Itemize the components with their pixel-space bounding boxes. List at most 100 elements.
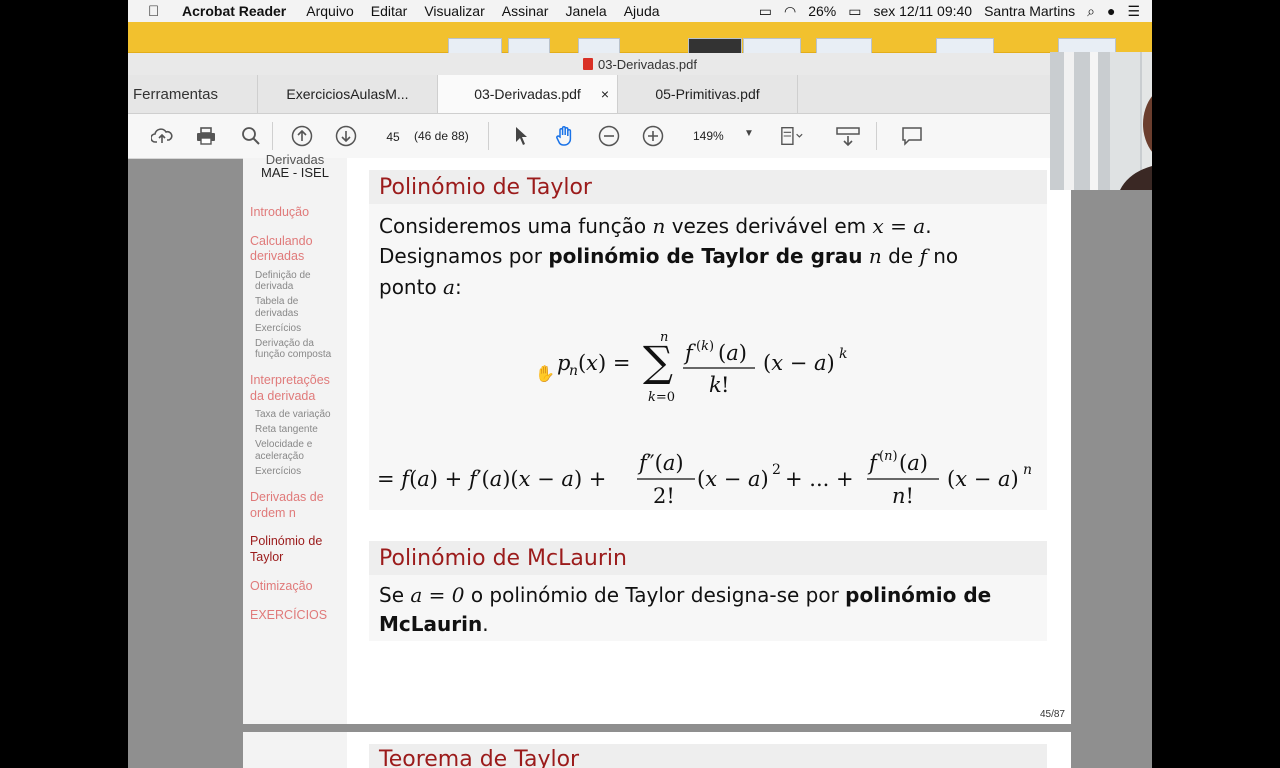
pdf-page-next: Teorema de Taylor xyxy=(243,732,1071,768)
nav-section-ordem-n[interactable]: Derivadas de xyxy=(250,490,345,505)
svg-text:+ ... +: + ... + xyxy=(785,467,854,491)
text: ponto xyxy=(379,275,444,299)
nav-section-calculando-2[interactable]: derivadas xyxy=(250,249,345,264)
zoom-out-icon[interactable] xyxy=(597,124,621,148)
desktop-thumbnail xyxy=(743,38,801,54)
tab-primitivas[interactable]: 05-Primitivas.pdf xyxy=(618,75,798,113)
zoom-in-icon[interactable] xyxy=(641,124,665,148)
desktop-thumbnail xyxy=(508,38,550,54)
nav-section-exercicios[interactable]: EXERCÍCIOS xyxy=(250,608,345,623)
page-display-icon[interactable] xyxy=(780,124,804,148)
print-icon[interactable] xyxy=(194,124,218,148)
menu-janela[interactable]: Janela xyxy=(565,3,606,19)
menu-assinar[interactable]: Assinar xyxy=(502,3,549,19)
desktop-thumbnail xyxy=(688,38,742,54)
taylor-line-3: ponto a: xyxy=(379,275,462,299)
slide-content: Polinómio de Taylor Consideremos uma fun… xyxy=(347,158,1071,724)
menu-bar:  Acrobat Reader Arquivo Editar Visualiz… xyxy=(128,0,1152,22)
clock[interactable]: sex 12/11 09:40 xyxy=(873,3,972,19)
bold-term: polinómio de Taylor de grau xyxy=(548,244,863,268)
bold-term: polinómio de xyxy=(845,583,992,607)
menu-editar[interactable]: Editar xyxy=(371,3,408,19)
svg-text:n: n xyxy=(660,330,668,345)
notification-center-icon[interactable]: ☰ xyxy=(1127,3,1140,20)
tab-derivadas[interactable]: 03-Derivadas.pdf × xyxy=(438,75,618,113)
user-name[interactable]: Santra Martins xyxy=(984,3,1075,19)
svg-text:(x − a): (x − a) xyxy=(947,467,1019,491)
nav-sub-exercicios[interactable]: Exercícios xyxy=(255,323,345,334)
nav-section-otimizacao[interactable]: Otimização xyxy=(250,579,345,594)
nav-section-interpretacoes-2[interactable]: da derivada xyxy=(250,389,345,404)
svg-text:n: n xyxy=(569,363,578,379)
mclaurin-line-2: McLaurin. xyxy=(379,612,489,636)
menu-ajuda[interactable]: Ajuda xyxy=(624,3,660,19)
airplay-icon[interactable]: ▭ xyxy=(759,3,772,20)
nav-sub-velocidade-2[interactable]: aceleração xyxy=(255,451,345,462)
tab-label: 05-Primitivas.pdf xyxy=(655,86,760,102)
siri-icon[interactable]: ● xyxy=(1107,3,1115,19)
svg-text:(x − a): (x − a) xyxy=(763,351,835,375)
tab-tools[interactable]: Ferramentas xyxy=(128,75,258,113)
select-cursor-icon[interactable] xyxy=(509,124,533,148)
text: Se xyxy=(379,583,411,607)
scroll-mode-icon[interactable] xyxy=(836,124,860,148)
page-number-input[interactable] xyxy=(376,127,410,147)
window-title-bar: 03-Derivadas.pdf xyxy=(128,53,1152,75)
taylor-line-2: Designamos por polinómio de Taylor de gr… xyxy=(379,244,958,268)
math-n: n xyxy=(868,244,882,268)
pdf-file-icon xyxy=(583,58,593,70)
tab-exercicios[interactable]: ExerciciosAulasM... xyxy=(258,75,438,113)
svg-text:(: ( xyxy=(578,351,586,375)
menu-visualizar[interactable]: Visualizar xyxy=(424,3,484,19)
nav-sub-exercicios-2[interactable]: Exercícios xyxy=(255,466,345,477)
svg-text:k=0: k=0 xyxy=(648,390,675,405)
nav-section-calculando[interactable]: Calculando xyxy=(250,234,345,249)
app-menu[interactable]: Acrobat Reader xyxy=(182,3,286,19)
wifi-icon[interactable]: ◠ xyxy=(784,3,796,20)
apple-icon[interactable]:  xyxy=(148,3,164,20)
block-title-mclaurin: Polinómio de McLaurin xyxy=(369,541,1047,575)
nav-sub-velocidade[interactable]: Velocidade e xyxy=(255,439,345,450)
svg-text:f″(a): f″(a) xyxy=(637,451,684,475)
nav-sub-tabela-2[interactable]: derivadas xyxy=(255,308,345,319)
hand-cursor-icon: ✋ xyxy=(535,366,555,383)
math-f: f xyxy=(919,244,927,268)
zoom-level[interactable]: 149% xyxy=(693,129,724,143)
text: vezes derivável em xyxy=(665,214,873,238)
nav-section-taylor-2[interactable]: Taylor xyxy=(250,550,345,565)
comment-icon[interactable] xyxy=(900,124,924,148)
nav-sub-reta[interactable]: Reta tangente xyxy=(255,424,345,435)
mclaurin-line-1: Se a = 0 o polinómio de Taylor designa-s… xyxy=(379,583,991,607)
next-page-icon[interactable] xyxy=(334,124,358,148)
nav-section-ordem-n-2[interactable]: ordem n xyxy=(250,506,345,521)
battery-percent: 26% xyxy=(808,3,837,19)
search-icon[interactable]: ⌕ xyxy=(1087,3,1095,20)
svg-text:(k): (k) xyxy=(696,339,714,354)
close-icon[interactable]: × xyxy=(601,86,609,102)
nav-sub-composta[interactable]: Derivação da xyxy=(255,338,345,349)
nav-sub-taxa[interactable]: Taxa de variação xyxy=(255,409,345,420)
nav-sub-definicao-2[interactable]: derivada xyxy=(255,281,345,292)
nav-section-interpretacoes[interactable]: Interpretações xyxy=(250,373,345,388)
desktop-strip xyxy=(128,22,1152,54)
menu-arquivo[interactable]: Arquivo xyxy=(306,3,353,19)
battery-icon[interactable]: ▭ xyxy=(848,3,861,20)
chevron-down-icon[interactable]: ▼ xyxy=(744,128,754,139)
webcam-overlay[interactable] xyxy=(1050,52,1152,190)
hand-tool-icon[interactable] xyxy=(553,124,577,148)
nav-section-introducao[interactable]: Introdução xyxy=(250,205,345,220)
zoom-search-icon[interactable] xyxy=(239,124,263,148)
window-title: 03-Derivadas.pdf xyxy=(598,56,697,72)
nav-sub-tabela[interactable]: Tabela de xyxy=(255,296,345,307)
nav-sub-composta-2[interactable]: função composta xyxy=(255,349,345,360)
nav-sub-definicao[interactable]: Definição de xyxy=(255,270,345,281)
text: no xyxy=(926,244,959,268)
upload-cloud-icon[interactable] xyxy=(150,124,174,148)
nav-section-taylor[interactable]: Polinómio de xyxy=(250,534,345,549)
toolbar-divider xyxy=(876,122,877,150)
beamer-navigation xyxy=(243,732,347,768)
previous-page-icon[interactable] xyxy=(290,124,314,148)
svg-text:f: f xyxy=(683,341,696,365)
text: Consideremos uma função xyxy=(379,214,653,238)
text: . xyxy=(925,214,932,238)
